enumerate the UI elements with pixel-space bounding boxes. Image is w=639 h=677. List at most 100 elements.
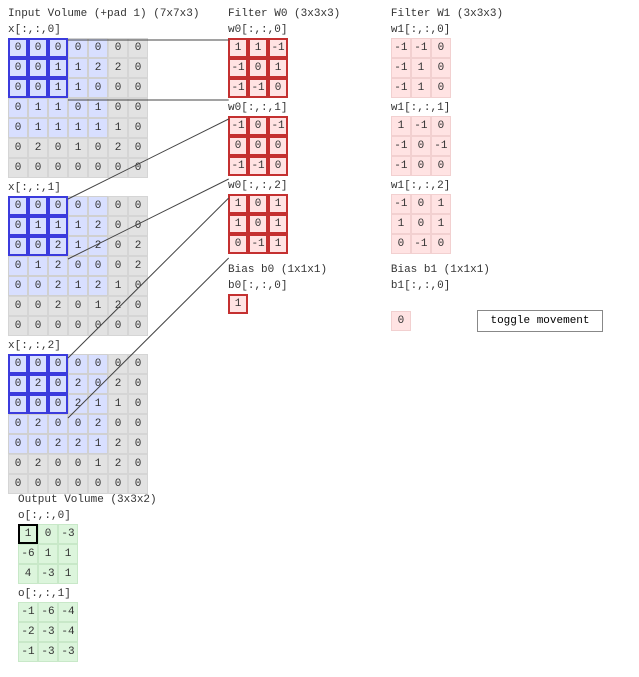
- input-slice-label: x[:,:,2]: [8, 340, 199, 352]
- input-cell: 2: [88, 216, 108, 236]
- input-cell: 0: [8, 256, 28, 276]
- filter1-cell: 1: [411, 58, 431, 78]
- input-cell: 2: [68, 394, 88, 414]
- input-cell: 0: [8, 354, 28, 374]
- input-cell: 0: [48, 474, 68, 494]
- output-cell: -3: [38, 642, 58, 662]
- output-cell: 0: [38, 524, 58, 544]
- input-cell: 0: [88, 38, 108, 58]
- input-cell: 0: [88, 256, 108, 276]
- input-cell: 0: [28, 236, 48, 256]
- input-cell: 2: [68, 434, 88, 454]
- filter1-cell: 1: [411, 78, 431, 98]
- filter0-cell: 1: [268, 214, 288, 234]
- input-cell: 1: [68, 78, 88, 98]
- input-cell: 0: [8, 78, 28, 98]
- input-cell: 0: [8, 276, 28, 296]
- toggle-movement-button[interactable]: toggle movement: [477, 310, 602, 332]
- output-cell: -3: [58, 524, 78, 544]
- input-cell: 2: [108, 296, 128, 316]
- output-cell: 4: [18, 564, 38, 584]
- filter1-cell: 0: [411, 214, 431, 234]
- input-cell: 0: [108, 354, 128, 374]
- input-cell: 0: [108, 414, 128, 434]
- input-cell: 0: [28, 316, 48, 336]
- input-cell: 0: [28, 354, 48, 374]
- filter1-cell: -1: [411, 234, 431, 254]
- filter-w0: Filter W0 (3x3x3) w0[:,:,0]11-1-101-1-10…: [228, 8, 340, 314]
- filter0-cell: -1: [268, 38, 288, 58]
- filter0-cell: -1: [228, 58, 248, 78]
- input-cell: 1: [88, 118, 108, 138]
- filter1-cell: 0: [431, 78, 451, 98]
- output-cell: -3: [58, 642, 78, 662]
- input-cell: 0: [128, 216, 148, 236]
- input-cell: 0: [48, 138, 68, 158]
- bias1-title: Bias b1 (1x1x1): [391, 264, 603, 276]
- filter0-cell: -1: [248, 156, 268, 176]
- input-cell: 0: [128, 138, 148, 158]
- filter1-cell: 0: [431, 234, 451, 254]
- filter0-cell: -1: [248, 78, 268, 98]
- filter1-cell: -1: [431, 136, 451, 156]
- input-cell: 0: [68, 196, 88, 216]
- input-cell: 0: [128, 474, 148, 494]
- filter0-cell: 1: [228, 38, 248, 58]
- filter0-cell: 1: [268, 58, 288, 78]
- input-cell: 0: [28, 296, 48, 316]
- output-cell: -4: [58, 602, 78, 622]
- input-cell: 0: [128, 316, 148, 336]
- input-cell: 2: [28, 454, 48, 474]
- input-cell: 1: [108, 118, 128, 138]
- input-cell: 0: [48, 196, 68, 216]
- input-cell: 1: [88, 454, 108, 474]
- input-cell: 1: [48, 216, 68, 236]
- filter1-cell: 0: [431, 116, 451, 136]
- filter-w1: Filter W1 (3x3x3) w1[:,:,0]-1-10-110-110…: [391, 8, 603, 332]
- input-cell: 0: [128, 414, 148, 434]
- output-cell: -6: [38, 602, 58, 622]
- input-cell: 0: [128, 394, 148, 414]
- filter0-cell: -1: [248, 234, 268, 254]
- input-cell: 0: [48, 38, 68, 58]
- input-cell: 0: [8, 158, 28, 178]
- input-cell: 0: [128, 374, 148, 394]
- filter0-cell: 1: [248, 38, 268, 58]
- input-cell: 0: [48, 374, 68, 394]
- input-cell: 0: [28, 38, 48, 58]
- filter0-cell: 0: [248, 58, 268, 78]
- input-cell: 2: [48, 256, 68, 276]
- filter1-cell: -1: [391, 136, 411, 156]
- input-cell: 2: [128, 236, 148, 256]
- input-volume: Input Volume (+pad 1) (7x7x3) x[:,:,0]00…: [8, 8, 199, 494]
- filter1-cell: -1: [391, 78, 411, 98]
- input-cell: 0: [48, 354, 68, 374]
- input-cell: 0: [68, 98, 88, 118]
- filter1-cell: 0: [431, 156, 451, 176]
- input-cell: 0: [8, 316, 28, 336]
- filter0-title: Filter W0 (3x3x3): [228, 8, 340, 20]
- filter0-cell: 0: [268, 78, 288, 98]
- output-cell: 1: [18, 524, 38, 544]
- bias1-sub: b1[:,:,0]: [391, 280, 603, 292]
- input-cell: 0: [28, 158, 48, 178]
- output-cell: 1: [58, 544, 78, 564]
- filter0-cell: 0: [268, 136, 288, 156]
- input-cell: 0: [68, 414, 88, 434]
- input-cell: 1: [88, 434, 108, 454]
- input-cell: 0: [88, 158, 108, 178]
- input-cell: 0: [108, 316, 128, 336]
- input-cell: 1: [68, 58, 88, 78]
- input-cell: 0: [8, 374, 28, 394]
- input-cell: 0: [88, 316, 108, 336]
- filter0-cell: 1: [268, 194, 288, 214]
- input-cell: 0: [128, 158, 148, 178]
- bias0-sub: b0[:,:,0]: [228, 280, 340, 292]
- input-cell: 0: [48, 158, 68, 178]
- filter1-slice-label: w1[:,:,2]: [391, 180, 603, 192]
- input-cell: 1: [88, 394, 108, 414]
- input-cell: 0: [68, 454, 88, 474]
- filter0-cell: -1: [228, 78, 248, 98]
- filter1-cell: 0: [411, 194, 431, 214]
- input-cell: 0: [8, 196, 28, 216]
